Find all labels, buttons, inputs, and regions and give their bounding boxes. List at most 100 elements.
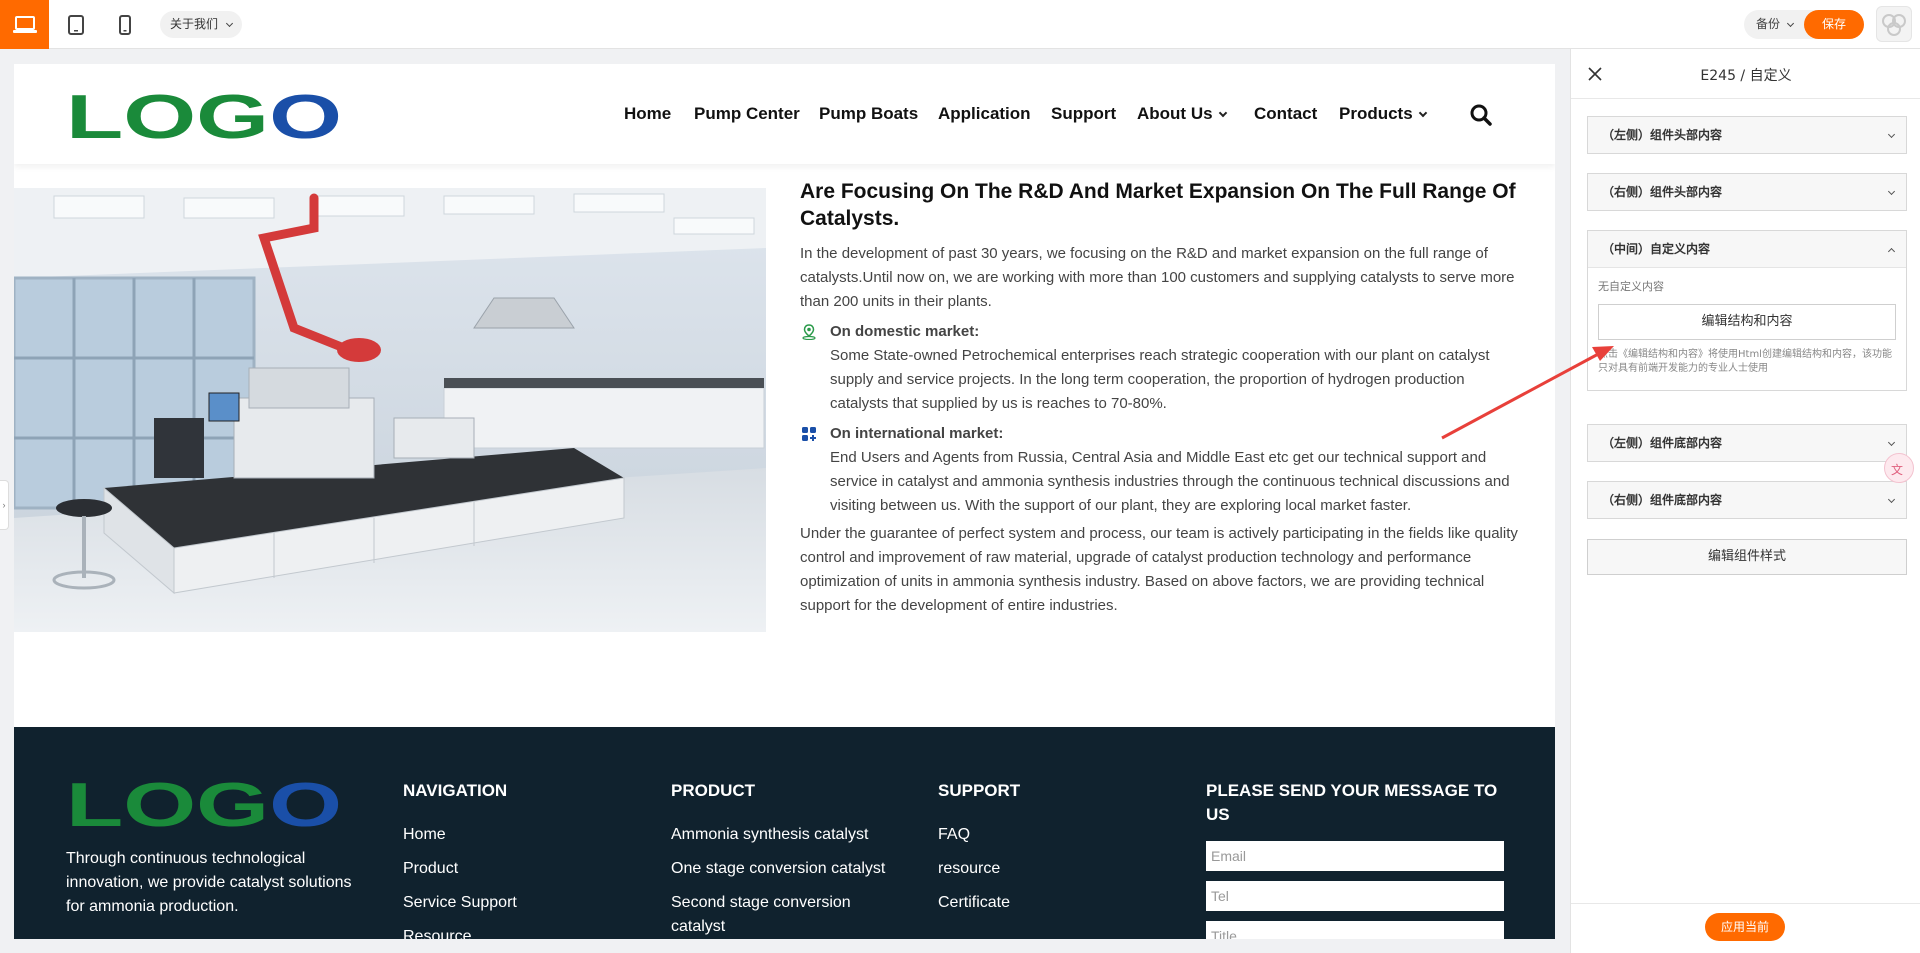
section-right-header-title[interactable]: （右侧）组件头部内容 (1588, 174, 1906, 210)
chevron-down-icon (1218, 108, 1227, 118)
chevron-down-icon (1887, 187, 1896, 196)
section-left-footer-label: （左侧）组件底部内容 (1602, 436, 1723, 450)
translate-icon[interactable]: 文 (1884, 453, 1914, 483)
app-logo-icon (1876, 6, 1912, 42)
footer-link-service-support[interactable]: Service Support (403, 891, 517, 915)
bullet-international-text: End Users and Agents from Russia, Centra… (830, 449, 1510, 514)
nav-about-us[interactable]: About Us (1137, 104, 1227, 124)
edit-style-button[interactable]: 编辑组件样式 (1587, 539, 1907, 575)
site-header: LOG O Home Pump Center Pump Boats Applica… (14, 64, 1555, 164)
intro-paragraph: In the development of past 30 years, we … (800, 245, 1515, 310)
footer-message-title: PLEASE SEND YOUR MESSAGE TO US (1206, 781, 1498, 824)
component-settings-panel: E245 / 自定义 （左侧）组件头部内容 （右侧）组件头部内容 （中间）自定义… (1570, 49, 1920, 953)
bullet-domestic: On domestic market: Some State-owned Pet… (800, 320, 1520, 416)
footer-product-column: PRODUCT Ammonia synthesis catalyst One s… (671, 779, 901, 939)
section-right-footer-title[interactable]: （右侧）组件底部内容 (1588, 482, 1906, 518)
footer-link-ammonia-catalyst[interactable]: Ammonia synthesis catalyst (671, 823, 901, 847)
chevron-down-icon (225, 19, 233, 28)
bullet-international-title: On international market: (830, 425, 1004, 442)
desktop-view-button[interactable] (0, 0, 49, 49)
section-custom-content: （中间）自定义内容 无自定义内容 编辑结构和内容 点击《编辑结构和内容》将使用H… (1587, 230, 1907, 391)
footer-link-second-stage[interactable]: Second stage conversion catalyst (671, 891, 901, 939)
section-left-header-title[interactable]: （左侧）组件头部内容 (1588, 117, 1906, 153)
grid-icon (802, 427, 816, 441)
nav-support[interactable]: Support (1051, 104, 1116, 124)
laptop-icon (12, 15, 37, 33)
page-select-label: 关于我们 (170, 17, 219, 31)
bullet-domestic-title: On domestic market: (830, 323, 980, 340)
phone-icon (118, 14, 131, 35)
chevron-down-icon (1887, 495, 1896, 504)
page-select[interactable]: 关于我们 (160, 11, 242, 38)
footer-link-resource-2[interactable]: resource (938, 857, 1020, 881)
footer-product-title: PRODUCT (671, 781, 756, 800)
content-headline: Are Focusing On The R&D And Market Expan… (800, 180, 1516, 230)
edit-structure-button[interactable]: 编辑结构和内容 (1598, 304, 1896, 340)
chevron-down-icon (1418, 108, 1427, 118)
email-field[interactable] (1206, 841, 1504, 871)
chevron-up-icon (1887, 247, 1896, 256)
nav-pump-center[interactable]: Pump Center (694, 104, 800, 124)
location-icon (802, 324, 816, 340)
footer-navigation-title: NAVIGATION (403, 781, 508, 800)
section-custom-content-body: 无自定义内容 编辑结构和内容 点击《编辑结构和内容》将使用Html创建编辑结构和… (1588, 267, 1906, 390)
title-field[interactable] (1206, 921, 1504, 939)
nav-application[interactable]: Application (938, 104, 1031, 124)
outro-paragraph: Under the guarantee of perfect system an… (800, 525, 1518, 614)
tel-field[interactable] (1206, 881, 1504, 911)
section-right-footer[interactable]: （右侧）组件底部内容 (1587, 481, 1907, 519)
footer-link-certificate[interactable]: Certificate (938, 891, 1020, 915)
section-left-footer-title[interactable]: （左侧）组件底部内容 (1588, 425, 1906, 461)
custom-content-note: 无自定义内容 (1598, 280, 1664, 293)
footer-link-product[interactable]: Product (403, 857, 517, 881)
backup-dropdown[interactable]: 备份 (1756, 10, 1794, 39)
svg-text:文: 文 (1891, 462, 1903, 477)
save-button[interactable]: 保存 (1804, 10, 1864, 39)
section-right-header-label: （右侧）组件头部内容 (1602, 185, 1723, 199)
nav-about-us-label: About Us (1137, 104, 1213, 123)
about-content: Are Focusing On The R&D And Market Expan… (800, 178, 1520, 618)
footer-link-faq[interactable]: FAQ (938, 823, 1020, 847)
section-left-footer[interactable]: （左侧）组件底部内容 (1587, 424, 1907, 462)
footer-link-home[interactable]: Home (403, 823, 517, 847)
section-right-footer-label: （右侧）组件底部内容 (1602, 493, 1723, 507)
apply-button[interactable]: 应用当前 (1705, 913, 1785, 941)
footer-logo[interactable]: LOG O (66, 779, 342, 827)
chevron-down-icon (1786, 19, 1794, 28)
nav-home[interactable]: Home (624, 104, 671, 124)
search-icon[interactable] (1470, 104, 1492, 126)
panel-divider (1571, 98, 1920, 99)
footer-support-column: SUPPORT FAQ resource Certificate (938, 779, 1020, 925)
backup-label: 备份 (1756, 17, 1781, 31)
mobile-view-button[interactable] (100, 0, 149, 49)
chevron-down-icon (1887, 130, 1896, 139)
bullet-international: On international market: End Users and A… (800, 422, 1520, 518)
laboratory-image (14, 188, 766, 632)
footer-navigation-column: NAVIGATION Home Product Service Support … (403, 779, 517, 939)
chevron-down-icon (1887, 438, 1896, 447)
nav-pump-boats[interactable]: Pump Boats (819, 104, 918, 124)
left-panel-toggle[interactable]: › (0, 480, 9, 530)
footer-link-one-stage[interactable]: One stage conversion catalyst (671, 857, 901, 881)
footer-message-form: PLEASE SEND YOUR MESSAGE TO US (1206, 779, 1504, 939)
section-right-header[interactable]: （右侧）组件头部内容 (1587, 173, 1907, 211)
tablet-view-button[interactable] (51, 0, 100, 49)
section-custom-content-title[interactable]: （中间）自定义内容 (1588, 231, 1906, 267)
panel-title: E245 / 自定义 (1700, 68, 1792, 84)
footer-tagline: Through continuous technological innovat… (66, 850, 352, 915)
section-custom-content-label: （中间）自定义内容 (1602, 242, 1711, 256)
page-preview-canvas: LOG O Home Pump Center Pump Boats Applica… (14, 64, 1555, 939)
nav-contact[interactable]: Contact (1254, 104, 1317, 124)
section-left-header-label: （左侧）组件头部内容 (1602, 128, 1723, 142)
footer-support-title: SUPPORT (938, 781, 1021, 800)
nav-products[interactable]: Products (1339, 104, 1427, 124)
footer-link-resource[interactable]: Resource (403, 925, 517, 939)
svg-text:LOGO: LOG O (66, 779, 342, 827)
edit-structure-hint: 点击《编辑结构和内容》将使用Html创建编辑结构和内容，该功能只对具有前端开发能… (1598, 349, 1892, 374)
tablet-icon (67, 14, 84, 35)
backup-save-group: 备份 保存 (1744, 10, 1864, 39)
section-left-header[interactable]: （左侧）组件头部内容 (1587, 116, 1907, 154)
panel-footer-divider (1571, 903, 1920, 904)
bullet-domestic-text: Some State-owned Petrochemical enterpris… (830, 347, 1490, 412)
main-nav: Home Pump Center Pump Boats Application … (14, 104, 1555, 128)
